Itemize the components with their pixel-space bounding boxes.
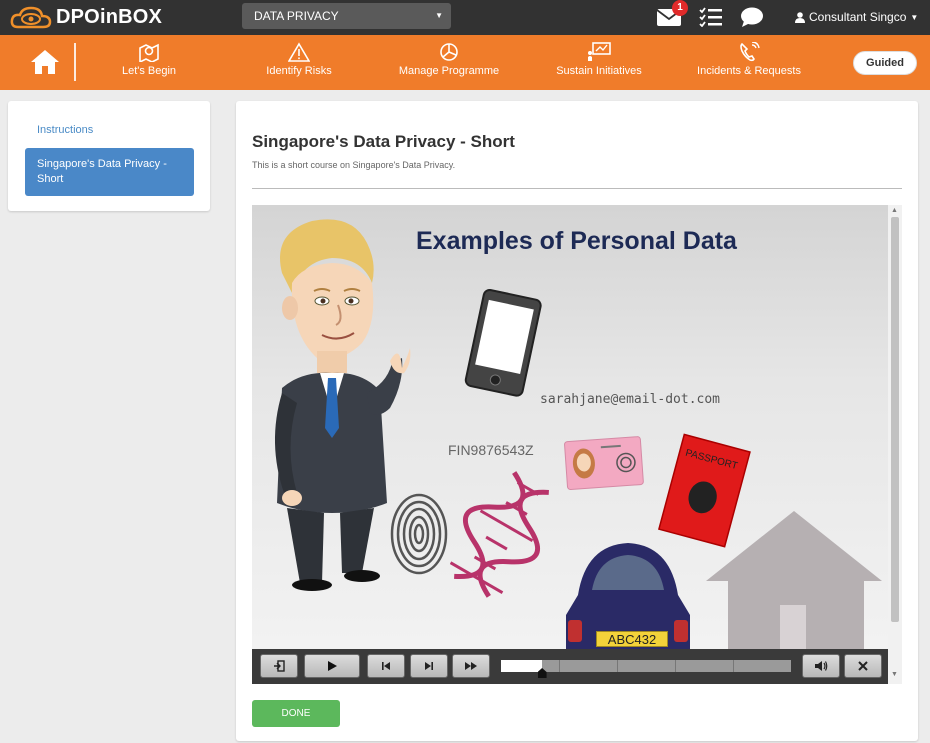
video-slide[interactable]: Examples of Personal Data sarahjane@emai… xyxy=(252,205,888,649)
previous-button[interactable] xyxy=(367,654,405,678)
notification-badge: 1 xyxy=(672,0,688,16)
close-icon xyxy=(858,661,868,671)
logo[interactable]: DPOinBOX xyxy=(10,4,162,31)
nav-sustain-initiatives[interactable]: Sustain Initiatives xyxy=(551,42,647,86)
top-bar: DPOinBOX DATA PRIVACY ▼ 1 Consultant Sin… xyxy=(0,0,930,35)
nav-identify-risks-label: Identify Risks xyxy=(266,65,332,77)
caret-down-icon: ▼ xyxy=(910,12,919,22)
instructions-link[interactable]: Instructions xyxy=(37,124,93,136)
scroll-down-icon[interactable]: ▼ xyxy=(891,671,898,678)
fingerprint-image xyxy=(390,493,448,575)
user-menu[interactable]: Consultant Singco ▼ xyxy=(795,10,918,24)
course-title: Singapore's Data Privacy - Short xyxy=(252,132,515,151)
chat-bubble-icon[interactable] xyxy=(740,6,764,28)
house-image xyxy=(706,511,882,649)
user-name: Consultant Singco xyxy=(809,10,907,24)
close-button[interactable] xyxy=(844,654,882,678)
video-scrollbar[interactable]: ▲ ▼ xyxy=(888,205,902,684)
nav-divider xyxy=(74,43,76,81)
progress-segment xyxy=(675,660,676,672)
done-button[interactable]: DONE xyxy=(252,700,340,727)
presentation-icon xyxy=(588,42,611,61)
home-icon[interactable] xyxy=(30,49,60,75)
exit-button[interactable] xyxy=(260,654,298,678)
progress-segment xyxy=(617,660,618,672)
pie-chart-icon xyxy=(440,43,458,61)
scroll-up-icon[interactable]: ▲ xyxy=(891,207,898,214)
slide-title: Examples of Personal Data xyxy=(416,227,737,255)
warning-triangle-icon xyxy=(288,42,310,62)
nav-lets-begin[interactable]: Let's Begin xyxy=(116,42,182,86)
course-description: This is a short course on Singapore's Da… xyxy=(252,160,456,170)
player-controls xyxy=(252,649,888,684)
dna-image xyxy=(450,471,549,598)
skip-forward-icon xyxy=(425,662,433,670)
volume-icon xyxy=(815,661,828,671)
course-panel: Singapore's Data Privacy - Short This is… xyxy=(236,101,918,741)
nav-identify-risks[interactable]: Identify Risks xyxy=(262,42,336,86)
app-name: DPOinBOX xyxy=(56,6,163,28)
progress-segment xyxy=(559,660,560,672)
skip-back-icon xyxy=(382,662,390,670)
checklist-icon[interactable] xyxy=(699,7,723,27)
exit-icon xyxy=(274,660,285,672)
license-plate-text: ABC432 xyxy=(596,631,668,647)
progress-segment xyxy=(733,660,734,672)
nav-manage-programme-label: Manage Programme xyxy=(398,65,500,77)
module-select-value: DATA PRIVACY xyxy=(254,9,339,23)
user-icon xyxy=(795,11,805,23)
smartphone-image xyxy=(464,289,542,397)
fast-forward-button[interactable] xyxy=(452,654,490,678)
nav-incidents-requests[interactable]: Incidents & Requests xyxy=(693,42,805,86)
divider xyxy=(252,188,902,189)
nav-manage-programme[interactable]: Manage Programme xyxy=(397,42,501,86)
sidebar-item-course[interactable]: Singapore's Data Privacy - Short xyxy=(25,148,194,196)
slide-fin-text: FIN9876543Z xyxy=(448,442,534,458)
phone-call-icon xyxy=(740,42,760,62)
main-nav: Let's Begin Identify Risks Manage Progra… xyxy=(0,35,930,90)
compass-map-icon xyxy=(139,43,159,62)
caret-down-icon: ▼ xyxy=(435,11,443,20)
nav-lets-begin-label: Let's Begin xyxy=(121,65,177,77)
scroll-thumb[interactable] xyxy=(891,217,899,622)
progress-fill xyxy=(501,660,542,672)
slide-email-text: sarahjane@email-dot.com xyxy=(540,392,721,407)
course-sidebar: Instructions Singapore's Data Privacy - … xyxy=(8,101,210,211)
fast-forward-icon xyxy=(465,662,477,670)
id-card-image xyxy=(564,436,644,490)
nav-incidents-requests-label: Incidents & Requests xyxy=(697,65,801,77)
play-icon xyxy=(328,661,337,671)
guided-button[interactable]: Guided xyxy=(853,51,917,75)
volume-button[interactable] xyxy=(802,654,840,678)
nav-sustain-initiatives-label: Sustain Initiatives xyxy=(556,65,642,77)
next-button[interactable] xyxy=(410,654,448,678)
play-button[interactable] xyxy=(304,654,360,678)
module-select[interactable]: DATA PRIVACY ▼ xyxy=(242,3,451,29)
cloud-eye-logo-icon xyxy=(10,6,52,28)
progress-bar[interactable] xyxy=(501,660,791,678)
